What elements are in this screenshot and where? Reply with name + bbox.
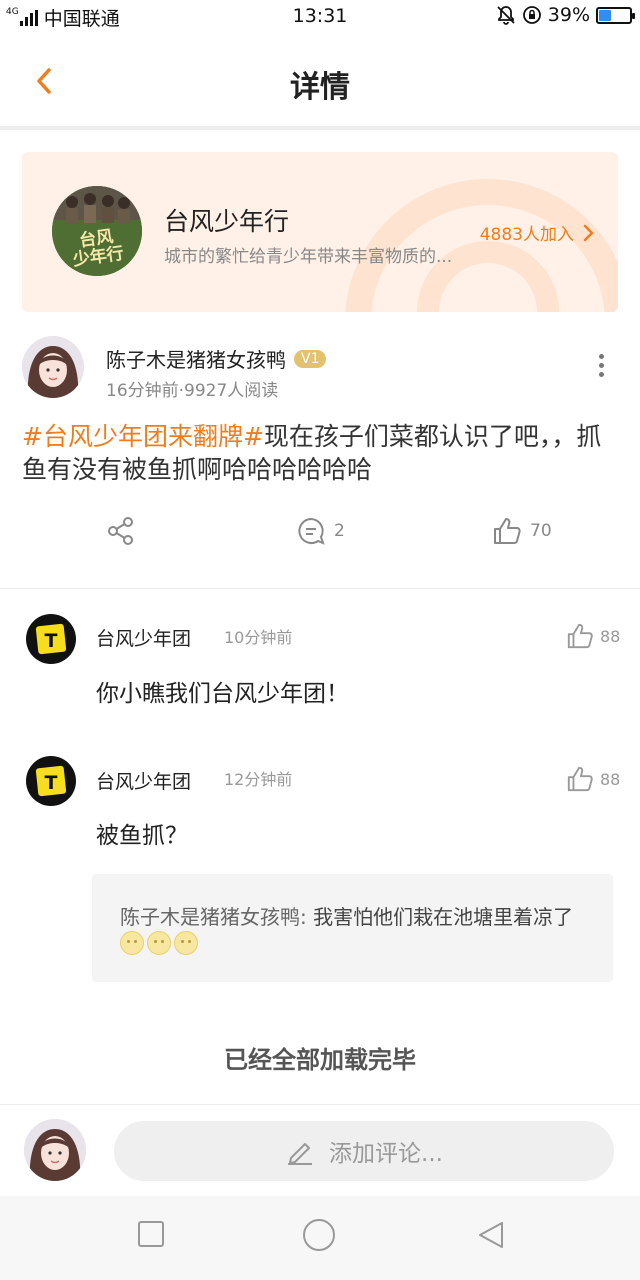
comment-count: 2 [334,521,345,541]
level-badge: V1 [294,349,327,368]
divider [0,588,640,589]
comment-input[interactable]: 添加评论... [114,1121,614,1181]
post-author[interactable]: 陈子木是猪猪女孩鸭 V1 [106,344,327,373]
like-button[interactable]: 70 [492,516,552,546]
reply-author[interactable]: 陈子木是猪猪女孩鸭: [120,905,307,929]
thumbs-up-icon [494,518,521,544]
topic-card[interactable]: 台风 少年行 台风少年行 城市的繁忙给青少年带来丰富物质的... 4883人加入 [22,152,618,312]
avatar-image [24,1119,86,1181]
reply-text: 我害怕他们栽在池塘里着凉了 [306,905,574,929]
post-content: #台风少年团来翻牌#现在孩子们菜都认识了吧，，抓鱼有没有被鱼抓啊哈哈哈哈哈哈 [22,420,622,486]
emoji-icon [120,931,144,955]
recent-apps-icon[interactable] [137,1220,165,1248]
current-user-avatar[interactable] [24,1119,86,1181]
status-bar: 4G 中国联通 13:31 39% [0,0,640,34]
comment-like-count: 88 [600,769,621,789]
topic-join-button[interactable]: 4883人加入 [480,220,594,245]
like-count: 70 [530,521,552,541]
battery-icon [596,6,635,24]
battery-fill [599,9,611,21]
comment-text: 你小瞧我们台风少年团！ [96,681,349,707]
logo-icon: T [35,765,67,797]
comment-time: 10分钟前 [224,628,293,647]
comment-bar: 添加评论... [0,1104,640,1196]
page-title: 详情 [290,70,350,105]
thumbs-up-icon [567,623,593,649]
system-nav-bar [0,1196,640,1280]
svg-text:T: T [45,630,58,652]
topic-avatar[interactable]: 台风 少年行 [52,186,142,276]
post-hashtag[interactable]: #台风少年团来翻牌# [22,422,264,451]
loaded-all-text: 已经全部加载完毕 [224,1046,416,1074]
emoji-icon [174,931,198,955]
comment-author[interactable]: 台风少年团 [96,767,191,794]
chevron-right-icon [583,224,594,241]
post-author-avatar[interactable] [22,336,84,398]
reply-content: 陈子木是猪猪女孩鸭: 我害怕他们栽在池塘里着凉了 [120,904,590,956]
comment-like-button[interactable]: 88 [566,765,620,793]
svg-text:T: T [45,772,58,794]
rotation-lock-icon [522,6,541,24]
comment-like-button[interactable]: 88 [566,622,620,650]
comment-author[interactable]: 台风少年团 [96,624,191,651]
topic-avatar-image: 台风 少年行 [52,186,142,276]
avatar-image [22,336,84,398]
emoji-icon [147,931,171,955]
comment-input-placeholder: 添加评论... [329,1141,443,1167]
reply-box[interactable]: 陈子木是猪猪女孩鸭: 我害怕他们栽在池塘里着凉了 [92,874,613,982]
mute-bell-icon [497,6,515,25]
post-meta: 16分钟前·9927人阅读 [106,381,279,401]
share-button[interactable] [106,516,136,546]
post-actions: 2 70 [0,516,640,560]
comment-text: 被鱼抓？ [96,823,188,849]
page-header: 详情 [0,34,640,130]
back-nav-icon[interactable] [476,1220,506,1250]
home-icon[interactable] [302,1218,336,1252]
comment-avatar[interactable]: T [26,756,76,806]
post-author-name[interactable]: 陈子木是猪猪女孩鸭 [106,344,286,373]
pencil-icon [288,1143,313,1165]
battery-percent: 39% [547,4,590,26]
topic-join-label: 4883人加入 [479,225,574,245]
comment-avatar[interactable]: T [26,614,76,664]
comment-button[interactable]: 2 [296,516,345,546]
logo-icon: T [35,623,67,655]
comment-time: 12分钟前 [224,770,293,789]
share-icon [108,517,133,545]
thumbs-up-icon [567,766,593,792]
more-options-icon[interactable] [596,354,606,382]
status-right: 39% [496,4,635,26]
comment-icon [298,517,325,545]
comment-like-count: 88 [600,626,621,646]
topic-description: 城市的繁忙给青少年带来丰富物质的... [164,247,453,267]
topic-name: 台风少年行 [164,207,290,236]
